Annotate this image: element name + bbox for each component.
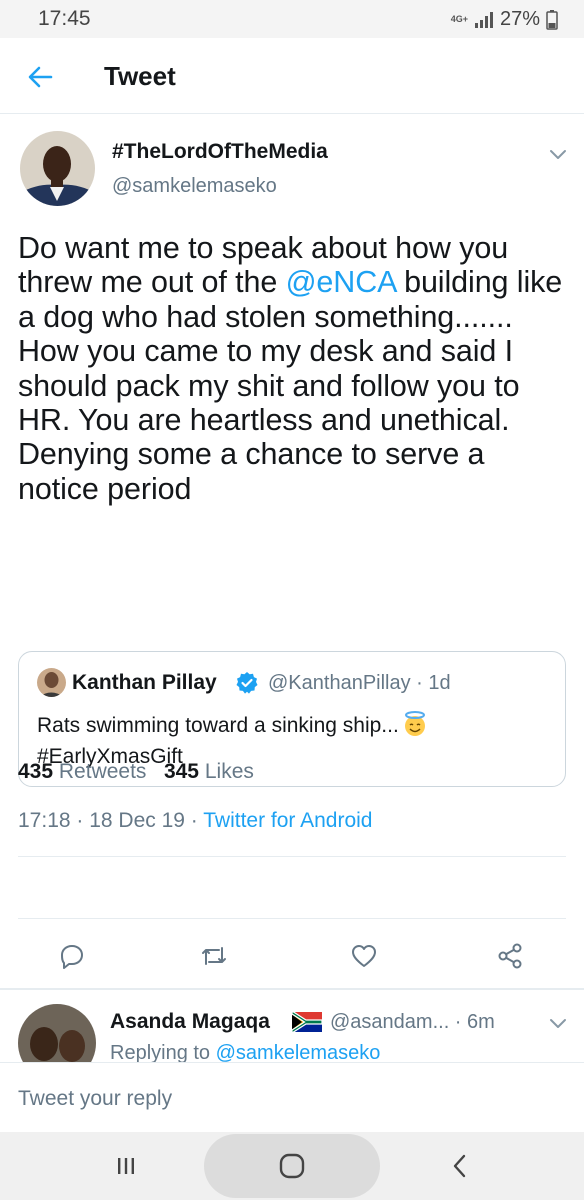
halo-smiley-icon xyxy=(404,711,425,736)
recent-apps-icon xyxy=(118,1158,134,1174)
replying-prefix: Replying to xyxy=(110,1042,216,1062)
reply-button[interactable] xyxy=(54,938,90,974)
quote-text-line: Rats swimming toward a sinking ship... xyxy=(37,714,399,737)
quote-handle-time: @KanthanPillay · 1d xyxy=(268,672,451,694)
back-nav-button[interactable] xyxy=(438,1146,482,1186)
divider xyxy=(18,856,566,857)
retweet-icon xyxy=(202,947,226,965)
replying-to-mention[interactable]: @samkelemaseko xyxy=(216,1042,381,1062)
network-type: 4G+ xyxy=(450,14,468,24)
status-indicators: 4G+ 27% xyxy=(451,8,558,31)
author-handle[interactable]: @samkelemaseko xyxy=(112,175,277,198)
reply-input[interactable] xyxy=(18,1081,566,1117)
reply-icon xyxy=(61,945,83,969)
tweet-stats: 435 Retweets 345 Likes xyxy=(18,760,254,784)
recent-apps-button[interactable] xyxy=(104,1146,148,1186)
chevron-left-icon xyxy=(453,1154,466,1178)
mention-link[interactable]: @eNCA xyxy=(286,265,396,299)
reply-handle-time: @asandam... · 6m xyxy=(330,1011,495,1033)
source-link[interactable]: Twitter for Android xyxy=(203,809,372,832)
retweet-button[interactable] xyxy=(196,938,232,974)
reply-avatar[interactable] xyxy=(18,1004,96,1062)
tweet-text: Do want me to speak about how you threw … xyxy=(18,231,572,506)
page-title: Tweet xyxy=(104,61,176,91)
system-nav-bar xyxy=(0,1132,584,1200)
status-time: 17:45 xyxy=(38,7,91,30)
author-name[interactable]: #TheLordOfTheMedia xyxy=(112,140,328,164)
app-header: Tweet xyxy=(0,38,584,114)
quote-author-name: Kanthan Pillay xyxy=(72,671,217,694)
chevron-down-icon[interactable] xyxy=(546,147,570,163)
compose-reply-bar xyxy=(0,1062,584,1132)
timestamp-text: 17:18 · 18 Dec 19 · xyxy=(18,809,204,832)
chevron-down-icon[interactable] xyxy=(546,1016,570,1032)
tweet-timestamp: 17:18 · 18 Dec 19 · Twitter for Android xyxy=(18,809,372,833)
action-bar xyxy=(0,934,584,994)
status-bar: 17:45 4G+ 27% xyxy=(0,0,584,38)
likes-stat[interactable]: 345 Likes xyxy=(164,760,254,783)
battery-icon xyxy=(546,9,558,30)
south-africa-flag-icon xyxy=(292,1012,322,1032)
divider xyxy=(18,918,566,919)
arrow-left-icon xyxy=(28,66,53,88)
share-icon xyxy=(498,943,522,969)
heart-icon xyxy=(352,945,376,967)
replying-to: Replying to @samkelemaseko xyxy=(110,1042,380,1062)
tweet-text-part: building like a dog who had stolen somet… xyxy=(18,265,563,506)
like-label: Likes xyxy=(204,760,254,783)
retweets-stat[interactable]: 435 Retweets xyxy=(18,760,146,783)
quote-avatar xyxy=(37,668,66,697)
back-button[interactable] xyxy=(22,60,58,94)
like-count: 345 xyxy=(163,760,199,783)
home-icon xyxy=(279,1153,305,1179)
like-button[interactable] xyxy=(346,938,382,974)
avatar-image xyxy=(20,131,95,206)
retweet-label: Retweets xyxy=(58,760,147,783)
retweet-count: 435 xyxy=(18,760,54,783)
verified-badge-icon xyxy=(236,672,258,694)
reply-tweet[interactable]: Asanda Magaqa @asandam... · 6m Replying … xyxy=(0,990,584,1062)
share-button[interactable] xyxy=(492,938,528,974)
battery-percent: 27% xyxy=(499,8,540,30)
reply-author-name[interactable]: Asanda Magaqa xyxy=(110,1010,270,1034)
avatar[interactable] xyxy=(20,131,95,206)
signal-icon xyxy=(474,11,493,28)
home-button[interactable] xyxy=(270,1146,314,1186)
